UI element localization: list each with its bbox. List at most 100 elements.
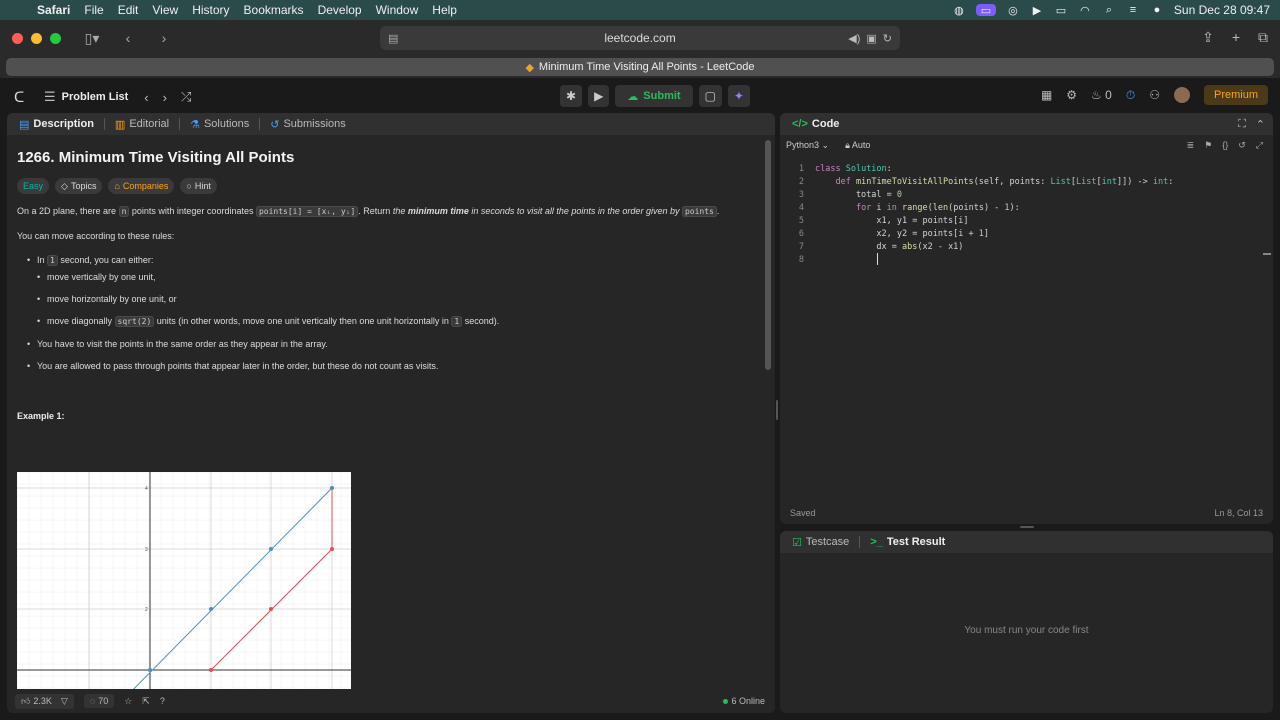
url-text[interactable]: leetcode.com <box>604 31 675 45</box>
battery-icon[interactable]: ▭ <box>1054 4 1068 17</box>
compass-icon[interactable]: ◎ <box>1006 4 1020 17</box>
online-count: 6 Online <box>731 696 765 706</box>
minimize-window-button[interactable] <box>31 32 42 44</box>
sidebar-toggle-icon[interactable]: ▯▾ <box>81 30 103 47</box>
code-scrollbar[interactable] <box>1263 253 1271 255</box>
thumbs-down-icon[interactable]: ▽ <box>61 696 68 707</box>
like-count: 2.3K <box>33 696 52 706</box>
bookmark-icon[interactable]: ⚑ <box>1204 140 1212 151</box>
vertical-splitter[interactable] <box>776 400 778 420</box>
submit-button[interactable]: ☁ Submit <box>615 85 693 107</box>
play-circle-icon[interactable]: ▶ <box>1030 4 1044 17</box>
reset-icon[interactable]: ↺ <box>1238 140 1246 151</box>
help-icon[interactable]: ? <box>160 696 165 706</box>
zoom-window-button[interactable] <box>50 32 61 44</box>
menu-history[interactable]: History <box>185 3 236 17</box>
menu-edit[interactable]: Edit <box>111 3 146 17</box>
screen-share-icon[interactable]: ▭ <box>975 4 996 17</box>
menubar-clock[interactable]: Sun Dec 28 09:47 <box>1174 3 1270 17</box>
menu-window[interactable]: Window <box>369 3 426 17</box>
code-tab[interactable]: </> Code <box>788 118 843 130</box>
reload-icon[interactable]: ↻ <box>883 32 892 45</box>
topics-tag[interactable]: ◇ Topics <box>55 178 103 194</box>
audio-icon[interactable]: ◀) <box>848 32 860 45</box>
menu-help[interactable]: Help <box>425 3 464 17</box>
add-friend-icon[interactable]: ⚇ <box>1149 88 1160 102</box>
maximize-icon[interactable]: ⛶ <box>1238 118 1250 131</box>
menu-view[interactable]: View <box>145 3 185 17</box>
share-link-icon[interactable]: ⇱ <box>142 696 150 707</box>
leetcode-nav: ᑕ ☰ Problem List ‹ › ⤮ ✱ ▶ ☁ Submit ▢ ✦ … <box>0 84 1280 110</box>
code-toolbar: Python3 ⌄ 🔒︎ Auto ≣ ⚑ {} ↺ ⤢ <box>780 135 1273 155</box>
problem-list-icon[interactable]: ☰ <box>44 89 56 105</box>
rule-text: In <box>37 255 48 265</box>
menu-app-name[interactable]: Safari <box>30 3 77 17</box>
braces-icon[interactable]: {} <box>1222 140 1228 151</box>
horizontal-splitter[interactable] <box>1020 526 1034 528</box>
tab-description[interactable]: ▤ Description <box>15 118 98 131</box>
avatar[interactable] <box>1173 87 1190 103</box>
macos-menubar: Safari File Edit View History Bookmarks … <box>0 0 1280 20</box>
run-icon[interactable]: ▶ <box>588 85 610 107</box>
comment-count: 70 <box>98 696 109 706</box>
description-scrollbar[interactable] <box>765 140 771 370</box>
auto-mode[interactable]: 🔒︎ Auto <box>845 140 870 151</box>
menu-file[interactable]: File <box>77 3 110 17</box>
forward-icon[interactable]: › <box>153 30 175 46</box>
nav-right: ▦ ⚙ ♨ 0 ⏱ ⚇ Premium <box>1041 85 1268 105</box>
like-button[interactable]: 👍︎ 2.3K ▽ <box>15 693 74 709</box>
tab-submissions[interactable]: ↺ Submissions <box>266 118 350 131</box>
tab-overview-icon[interactable]: ⧉ <box>1258 29 1268 46</box>
safari-toolbar: ▯▾ ‹ › ▤ leetcode.com ◀) ▣ ↻ ⇪ + ⧉ <box>0 20 1280 56</box>
tab-solutions[interactable]: ⚗ Solutions <box>186 118 253 131</box>
star-icon[interactable]: ☆ <box>124 696 132 707</box>
blue-point <box>148 668 152 672</box>
settings-gear-icon[interactable]: ⚙ <box>1066 88 1077 102</box>
wifi-icon[interactable]: ◠ <box>1078 4 1092 17</box>
leetcode-logo-icon[interactable]: ᑕ <box>14 89 30 106</box>
format-icon[interactable]: ≣ <box>1187 140 1195 151</box>
fullscreen-icon[interactable]: ⤢ <box>1256 140 1263 151</box>
shuffle-icon[interactable]: ⤮ <box>181 89 191 105</box>
hint-tag[interactable]: ○ Hint <box>180 178 217 194</box>
menu-bookmarks[interactable]: Bookmarks <box>237 3 311 17</box>
problem-list-link[interactable]: Problem List <box>62 91 129 103</box>
address-bar-actions: ◀) ▣ ↻ <box>848 32 892 45</box>
menu-develop[interactable]: Develop <box>311 3 369 17</box>
layout-grid-icon[interactable]: ▦ <box>1041 88 1052 102</box>
premium-button[interactable]: Premium <box>1203 85 1268 105</box>
timer-icon[interactable]: ⏱ <box>1126 88 1135 103</box>
browser-tab-active[interactable]: ◆ Minimum Time Visiting All Points - Lee… <box>6 58 1274 76</box>
streak-counter[interactable]: ♨ 0 <box>1091 88 1112 102</box>
reader-icon[interactable]: ▤ <box>388 32 398 45</box>
prev-problem-icon[interactable]: ‹ <box>144 90 148 105</box>
tab-test-result[interactable]: >_ Test Result <box>866 536 949 548</box>
mode-label: Auto <box>851 139 871 150</box>
collapse-icon[interactable]: ⌃ <box>1256 118 1273 131</box>
new-tab-icon[interactable]: + <box>1232 29 1240 46</box>
code-line: 5 x1, y1 = points[i] <box>798 216 969 226</box>
comments-button[interactable]: ◌ 70 <box>83 694 115 708</box>
problem-title[interactable]: 1266. Minimum Time Visiting All Points <box>17 149 765 166</box>
address-bar[interactable]: ▤ leetcode.com ◀) ▣ ↻ <box>380 26 900 50</box>
ai-sparkle-icon[interactable]: ✦ <box>727 85 750 107</box>
next-problem-icon[interactable]: › <box>163 90 167 105</box>
spotlight-search-icon[interactable]: ⌕ <box>1102 4 1116 16</box>
control-center-icon[interactable]: ≡ <box>1126 4 1140 16</box>
tab-editorial[interactable]: ▥ Editorial <box>111 118 173 131</box>
share-icon[interactable]: ⇪ <box>1202 29 1214 46</box>
statement-text: points with integer coordinates <box>129 206 256 216</box>
companies-tag[interactable]: ⌂ Companies <box>108 178 175 194</box>
rule-text: move diagonally <box>47 316 115 326</box>
extension-icon[interactable]: ▣ <box>866 32 876 45</box>
siri-icon[interactable]: ● <box>1150 4 1164 16</box>
tab-testcase[interactable]: ☑ Testcase <box>788 536 853 549</box>
status-app-icon[interactable]: ◍ <box>952 4 966 17</box>
language-select[interactable]: Python3 ⌄ <box>786 140 829 151</box>
debug-icon[interactable]: ✱ <box>560 85 583 107</box>
code-editor[interactable]: 1 class Solution: 2 def minTimeToVisitAll… <box>780 155 1273 495</box>
close-window-button[interactable] <box>12 32 23 44</box>
note-icon[interactable]: ▢ <box>698 85 722 107</box>
back-icon[interactable]: ‹ <box>117 30 139 46</box>
code-footer: Saved Ln 8, Col 13 <box>780 502 1273 524</box>
